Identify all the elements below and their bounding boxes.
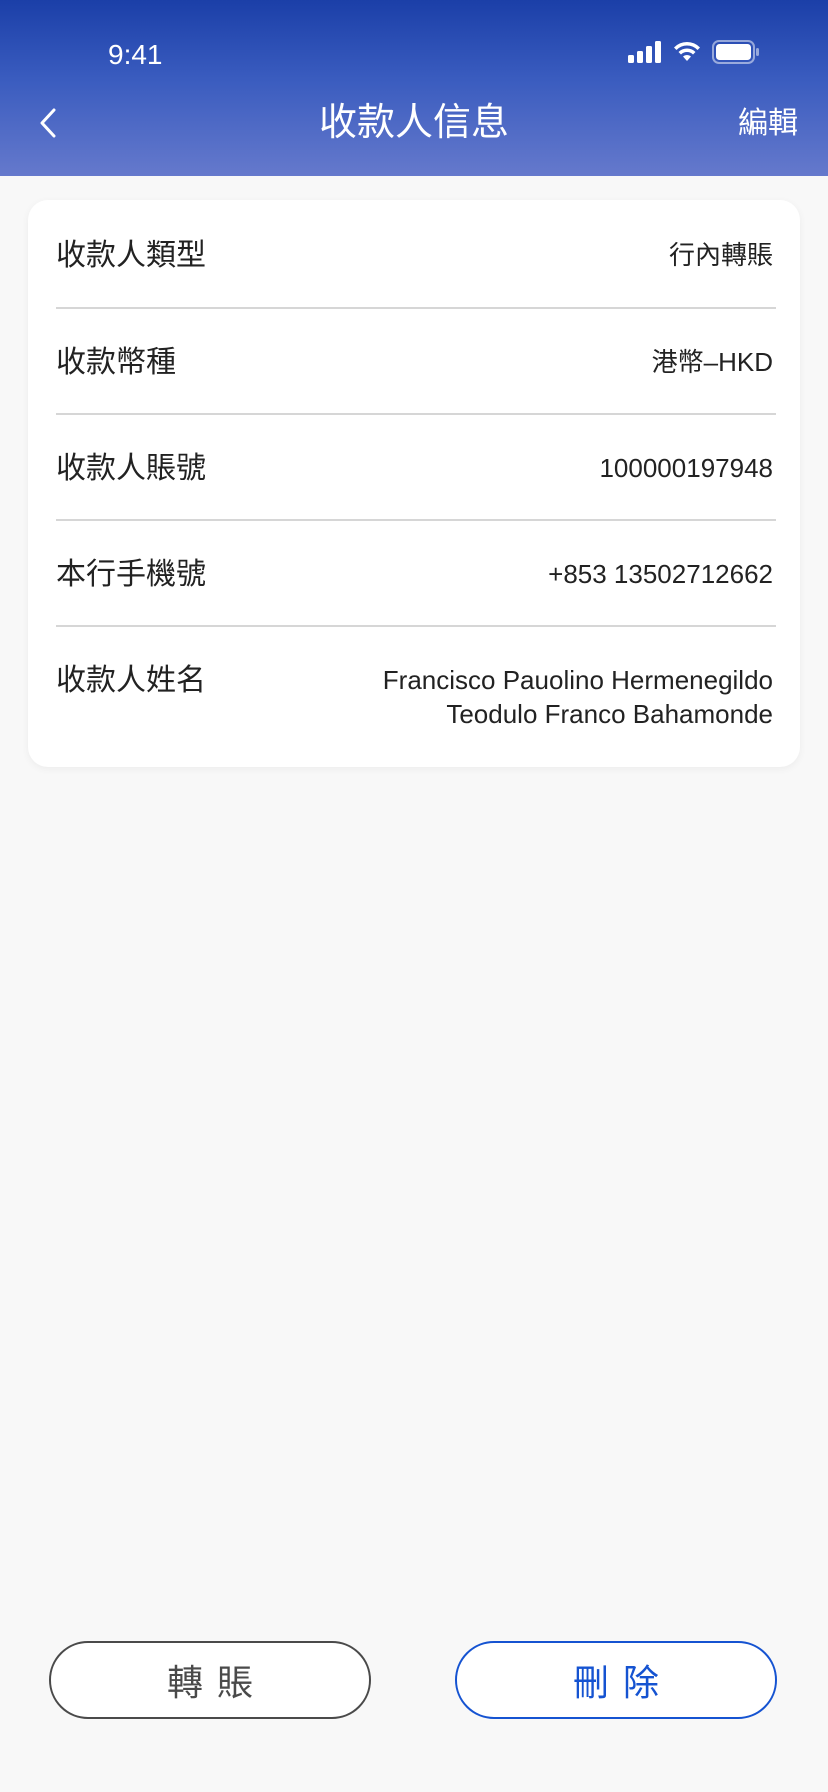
chevron-left-icon [40,108,56,138]
detail-value: 行內轉賬 [668,240,773,270]
detail-value: 港幣–HKD [651,347,773,377]
wifi-icon [674,41,700,61]
transfer-button[interactable]: 轉賬 [49,1641,371,1719]
detail-label: 收款人類型 [56,238,206,273]
app-header: 9:41 收款人信息 編輯 [0,0,828,176]
page-title: 收款人信息 [318,100,509,144]
edit-button[interactable]: 編輯 [738,102,798,146]
detail-label: 收款幣種 [56,345,176,380]
status-icons [628,38,760,66]
status-time: 9:41 [108,39,163,70]
detail-value: +853 13502712662 [548,559,773,589]
detail-label: 收款人賬號 [56,451,206,486]
detail-row-payee-type: 收款人類型 行內轉賬 [56,200,776,307]
delete-button-label: 刪除 [572,1663,673,1704]
detail-label: 本行手機號 [56,557,206,592]
detail-row-payee-name: 收款人姓名 Francisco Pauolino Hermenegildo Te… [56,625,776,767]
detail-label: 收款人姓名 [56,663,206,698]
battery-icon [712,40,759,64]
detail-value: Francisco Pauolino Hermenegildo Teodulo … [313,663,773,731]
back-button[interactable] [26,98,70,148]
detail-row-account-number: 收款人賬號 100000197948 [56,413,776,519]
detail-value: 100000197948 [599,453,773,483]
payee-details-card: 收款人類型 行內轉賬 收款幣種 港幣–HKD 收款人賬號 10000019794… [28,200,800,767]
cellular-signal-icon [628,41,661,63]
detail-row-currency: 收款幣種 港幣–HKD [56,307,776,413]
payee-name-line-2: Teodulo Franco Bahamonde [446,699,773,729]
detail-row-mobile-number: 本行手機號 +853 13502712662 [56,519,776,625]
delete-button[interactable]: 刪除 [455,1641,777,1719]
transfer-button-label: 轉賬 [166,1663,267,1704]
payee-name-line-1: Francisco Pauolino Hermenegildo [382,665,773,695]
